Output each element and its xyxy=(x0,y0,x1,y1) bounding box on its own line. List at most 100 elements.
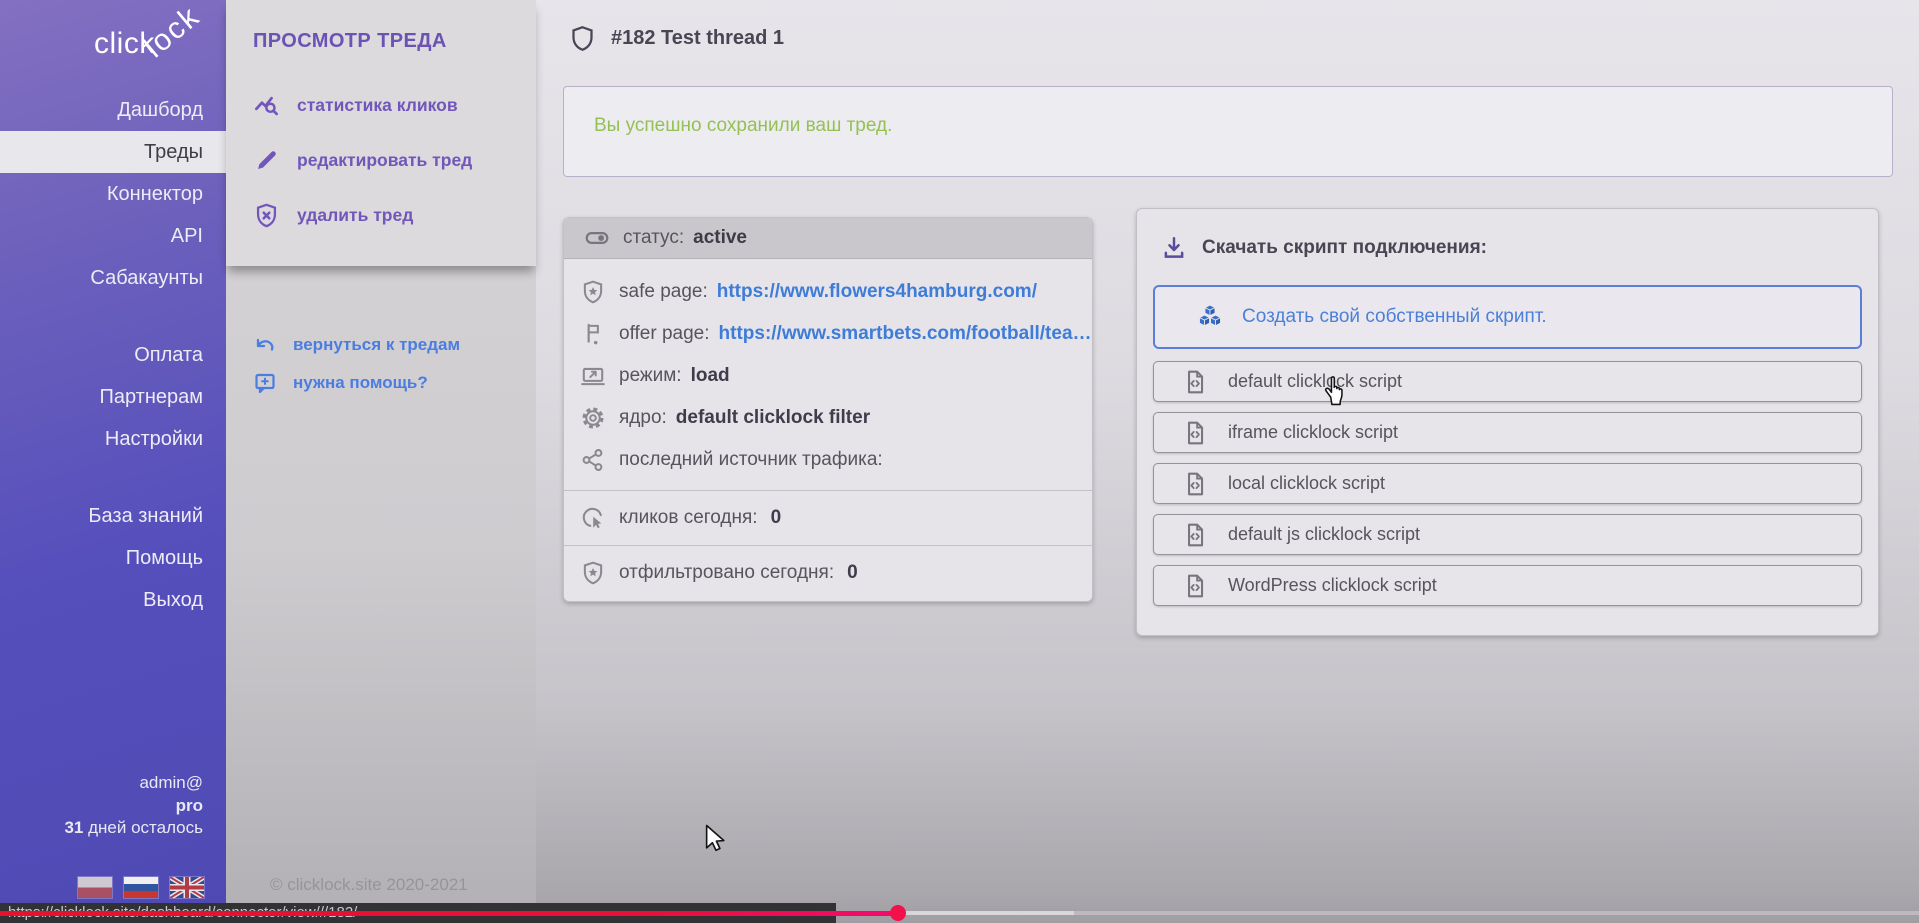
row-label: offer page: xyxy=(619,323,710,345)
sidebar-item-help[interactable]: Помощь xyxy=(0,537,226,579)
nav-spacer xyxy=(0,460,226,495)
row-clicks-today: кликов сегодня: 0 xyxy=(564,490,1092,545)
submenu-actions: статистика кликов редактировать тред уда… xyxy=(226,78,536,243)
russia-flag-icon[interactable] xyxy=(124,877,158,898)
thread-header: #182 Test thread 1 xyxy=(569,24,784,53)
success-alert: Вы успешно сохранили ваш тред. xyxy=(563,86,1893,177)
submenu-links: вернуться к тредам нужна помощь? xyxy=(253,326,460,402)
shield-icon xyxy=(569,24,596,53)
main-sidebar: click lock Дашборд Треды Коннектор API С… xyxy=(0,0,226,903)
shield-star-icon xyxy=(580,279,606,305)
row-mode: режим: load xyxy=(564,355,1092,397)
days-left-number: 31 xyxy=(64,818,83,837)
stat-label: кликов сегодня: xyxy=(619,507,758,529)
safe-page-link[interactable]: https://www.flowers4hamburg.com/ xyxy=(717,281,1037,303)
stats-search-icon xyxy=(253,92,280,119)
pencil-icon xyxy=(253,147,280,174)
core-value: default clicklock filter xyxy=(676,407,870,429)
click-icon xyxy=(580,505,606,531)
status-value: active xyxy=(693,227,747,249)
script-button-label: default clicklock script xyxy=(1228,371,1402,392)
wordpress-script-button[interactable]: WordPress clicklock script xyxy=(1153,565,1862,606)
stat-label: отфильтровано сегодня: xyxy=(619,562,834,584)
status-header-row: статус: active xyxy=(564,218,1092,259)
success-alert-text: Вы успешно сохранили ваш тред. xyxy=(594,115,892,136)
row-offer-page: offer page: https://www.smartbets.com/fo… xyxy=(564,313,1092,355)
sidebar-item-api[interactable]: API xyxy=(0,215,226,257)
thread-submenu-panel: ПРОСМОТР ТРЕДА статистика кликов редакти… xyxy=(226,0,536,266)
uk-flag-icon[interactable] xyxy=(170,877,204,898)
action-delete-thread[interactable]: удалить тред xyxy=(226,188,536,243)
poland-flag-icon[interactable] xyxy=(78,877,112,898)
file-code-icon xyxy=(1182,573,1208,599)
sidebar-nav: Дашборд Треды Коннектор API Сабакаунты О… xyxy=(0,89,226,621)
download-icon xyxy=(1161,235,1187,261)
default-script-button[interactable]: default clicklock script xyxy=(1153,361,1862,402)
account-days-left: 31 дней осталось xyxy=(64,817,203,840)
sidebar-item-subaccounts[interactable]: Сабакаунты xyxy=(0,257,226,299)
clicks-today-value: 0 xyxy=(771,507,782,529)
file-code-icon xyxy=(1182,471,1208,497)
sidebar-item-connector[interactable]: Коннектор xyxy=(0,173,226,215)
file-code-icon xyxy=(1182,522,1208,548)
status-rows: safe page: https://www.flowers4hamburg.c… xyxy=(564,259,1092,490)
clicklock-logo: click lock xyxy=(0,0,226,89)
flag-icon xyxy=(580,321,606,347)
sidebar-item-knowledge-base[interactable]: База знаний xyxy=(0,495,226,537)
local-script-button[interactable]: local clicklock script xyxy=(1153,463,1862,504)
video-progress-buffered[interactable] xyxy=(898,911,1074,915)
script-buttons-list: default clicklock script iframe clickloc… xyxy=(1153,361,1862,616)
sidebar-item-settings[interactable]: Настройки xyxy=(0,418,226,460)
gear-icon xyxy=(580,405,606,431)
script-button-label: iframe clicklock script xyxy=(1228,422,1398,443)
offer-page-link[interactable]: https://www.smartbets.com/football/tea… xyxy=(719,323,1092,345)
video-progress-filled[interactable] xyxy=(0,911,898,916)
create-own-script-button[interactable]: Создать свой собственный скрипт. xyxy=(1153,285,1862,349)
action-label: редактировать тред xyxy=(297,150,472,171)
link-label: нужна помощь? xyxy=(293,373,428,393)
file-code-icon xyxy=(1182,420,1208,446)
submenu-title: ПРОСМОТР ТРЕДА xyxy=(226,0,536,53)
iframe-script-button[interactable]: iframe clicklock script xyxy=(1153,412,1862,453)
scripts-card-title: Скачать скрипт подключения: xyxy=(1202,237,1487,259)
thread-status-card: статус: active safe page: https://www.fl… xyxy=(563,217,1093,602)
row-label: safe page: xyxy=(619,281,708,303)
file-code-icon xyxy=(1182,369,1208,395)
status-label: статус: xyxy=(623,227,684,249)
download-scripts-card: Скачать скрипт подключения: xyxy=(1136,208,1879,636)
row-label: последний источник трафика: xyxy=(619,449,883,471)
launch-screen-icon xyxy=(580,363,606,389)
nav-spacer xyxy=(0,299,226,334)
row-label: ядро: xyxy=(619,407,667,429)
sidebar-item-threads[interactable]: Треды xyxy=(0,131,226,173)
copyright-text: © clicklock.site 2020-2021 xyxy=(270,875,468,895)
days-left-text: дней осталось xyxy=(83,818,203,837)
account-info: admin@ pro 31 дней осталось xyxy=(64,772,203,840)
script-button-label: local clicklock script xyxy=(1228,473,1385,494)
action-label: статистика кликов xyxy=(297,95,458,116)
default-js-script-button[interactable]: default js clicklock script xyxy=(1153,514,1862,555)
shield-x-icon xyxy=(253,202,280,229)
share-icon xyxy=(580,447,606,473)
script-button-label: WordPress clicklock script xyxy=(1228,575,1437,596)
video-progress-track[interactable] xyxy=(1074,911,1919,915)
mode-value: load xyxy=(691,365,730,387)
action-label: удалить тред xyxy=(297,205,413,226)
sidebar-item-partners[interactable]: Партнерам xyxy=(0,376,226,418)
sidebar-item-payment[interactable]: Оплата xyxy=(0,334,226,376)
video-progress-handle[interactable] xyxy=(890,905,906,921)
action-click-statistics[interactable]: статистика кликов xyxy=(226,78,536,133)
scripts-card-header: Скачать скрипт подключения: xyxy=(1161,235,1487,261)
sidebar-item-logout[interactable]: Выход xyxy=(0,579,226,621)
row-last-traffic-source: последний источник трафика: xyxy=(564,439,1092,481)
link-need-help[interactable]: нужна помощь? xyxy=(253,364,460,402)
row-label: режим: xyxy=(619,365,682,387)
script-button-label: default js clicklock script xyxy=(1228,524,1420,545)
toggle-icon xyxy=(584,225,610,251)
action-edit-thread[interactable]: редактировать тред xyxy=(226,133,536,188)
filtered-today-value: 0 xyxy=(847,562,858,584)
sidebar-item-dashboard[interactable]: Дашборд xyxy=(0,89,226,131)
row-core: ядро: default clicklock filter xyxy=(564,397,1092,439)
create-own-script-label: Создать свой собственный скрипт. xyxy=(1242,306,1547,328)
link-back-to-threads[interactable]: вернуться к тредам xyxy=(253,326,460,364)
